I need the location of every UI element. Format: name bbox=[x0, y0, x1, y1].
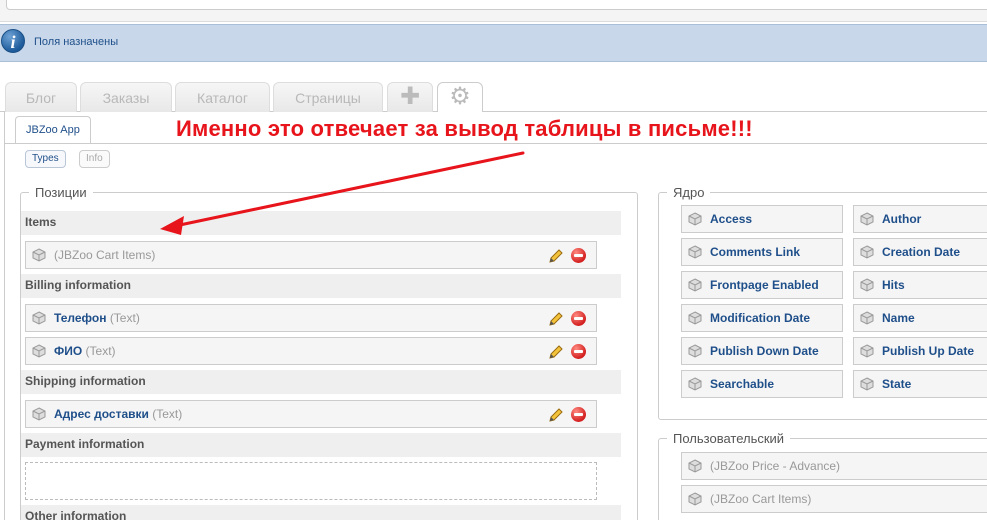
core-hits[interactable]: Hits bbox=[853, 271, 987, 299]
divider bbox=[5, 143, 987, 144]
cube-icon bbox=[32, 344, 46, 358]
custom-title: Пользовательский bbox=[667, 431, 791, 446]
core-box: Ядро Access Author Comments Link Creatio… bbox=[658, 185, 987, 420]
core-label: Creation Date bbox=[882, 245, 961, 259]
message-text: Поля назначены bbox=[34, 36, 119, 48]
gear-icon: ⚙ bbox=[449, 83, 471, 110]
tab-settings[interactable]: ⚙ bbox=[437, 82, 483, 113]
custom-price-advance[interactable]: (JBZoo Price - Advance) bbox=[681, 452, 987, 480]
element-phone[interactable]: Телефон (Text) bbox=[25, 304, 597, 332]
tab-pages[interactable]: Страницы bbox=[273, 82, 383, 112]
section-other: Other information bbox=[21, 505, 621, 520]
section-items: Items bbox=[21, 211, 621, 235]
tab-blog[interactable]: Блог bbox=[5, 82, 77, 112]
element-cart-items[interactable]: (JBZoo Cart Items) bbox=[25, 241, 597, 269]
cube-icon bbox=[688, 278, 702, 292]
core-creation-date[interactable]: Creation Date bbox=[853, 238, 987, 266]
element-name: Телефон bbox=[54, 311, 107, 325]
cube-icon bbox=[860, 212, 874, 226]
tab-catalog[interactable]: Каталог bbox=[175, 82, 270, 112]
section-billing: Billing information bbox=[21, 274, 621, 298]
edit-icon[interactable] bbox=[548, 311, 564, 327]
core-modification-date[interactable]: Modification Date bbox=[681, 304, 843, 332]
core-title: Ядро bbox=[667, 185, 711, 200]
core-label: Modification Date bbox=[710, 311, 811, 325]
core-label: Author bbox=[882, 212, 922, 226]
core-comments-link[interactable]: Comments Link bbox=[681, 238, 843, 266]
core-name[interactable]: Name bbox=[853, 304, 987, 332]
cube-icon bbox=[688, 212, 702, 226]
cube-icon bbox=[860, 344, 874, 358]
core-state[interactable]: State bbox=[853, 370, 987, 398]
core-label: Comments Link bbox=[710, 245, 801, 259]
cube-icon bbox=[688, 311, 702, 325]
core-searchable[interactable]: Searchable bbox=[681, 370, 843, 398]
info-icon: i bbox=[1, 29, 25, 53]
core-publish-up-date[interactable]: Publish Up Date bbox=[853, 337, 987, 365]
positions-box: Позиции Items (JBZoo Cart Items) Billing… bbox=[20, 185, 638, 520]
delete-icon[interactable] bbox=[571, 311, 586, 326]
delete-icon[interactable] bbox=[571, 407, 586, 422]
cube-icon bbox=[32, 407, 46, 421]
cube-icon bbox=[32, 311, 46, 325]
edit-icon[interactable] bbox=[548, 248, 564, 264]
element-name: Адрес доставки bbox=[54, 407, 149, 421]
core-publish-down-date[interactable]: Publish Down Date bbox=[681, 337, 843, 365]
system-message: i Поля назначены bbox=[0, 24, 987, 62]
element-address[interactable]: Адрес доставки (Text) bbox=[25, 400, 597, 428]
core-frontpage-enabled[interactable]: Frontpage Enabled bbox=[681, 271, 843, 299]
cube-icon bbox=[860, 311, 874, 325]
tab-orders[interactable]: Заказы bbox=[80, 82, 172, 112]
core-label: Publish Down Date bbox=[710, 344, 819, 358]
delete-icon[interactable] bbox=[571, 344, 586, 359]
cube-icon bbox=[688, 344, 702, 358]
section-shipping: Shipping information bbox=[21, 370, 621, 394]
cube-icon bbox=[688, 245, 702, 259]
custom-box: Пользовательский (JBZoo Price - Advance)… bbox=[658, 431, 987, 520]
core-author[interactable]: Author bbox=[853, 205, 987, 233]
plus-icon: ✚ bbox=[399, 83, 421, 110]
cube-icon bbox=[860, 377, 874, 391]
cube-icon bbox=[688, 459, 702, 473]
cube-icon bbox=[688, 377, 702, 391]
toolbar-edge bbox=[6, 0, 987, 10]
element-name: (JBZoo Cart Items) bbox=[54, 248, 156, 262]
core-access[interactable]: Access bbox=[681, 205, 843, 233]
element-name: ФИО bbox=[54, 344, 83, 358]
custom-label: (JBZoo Cart Items) bbox=[710, 492, 812, 506]
delete-icon[interactable] bbox=[571, 248, 586, 263]
core-label: Frontpage Enabled bbox=[710, 278, 819, 292]
core-label: State bbox=[882, 377, 912, 391]
edit-icon[interactable] bbox=[548, 344, 564, 360]
section-payment: Payment information bbox=[21, 433, 621, 457]
element-type: (Text) bbox=[109, 311, 140, 325]
custom-label: (JBZoo Price - Advance) bbox=[710, 459, 841, 473]
cube-icon bbox=[860, 245, 874, 259]
main-tabs: Блог Заказы Каталог Страницы ✚ ⚙ bbox=[0, 82, 987, 113]
cube-icon bbox=[860, 278, 874, 292]
info-button[interactable]: Info bbox=[79, 150, 110, 168]
element-fio[interactable]: ФИО (Text) bbox=[25, 337, 597, 365]
annotation-text: Именно это отвечает за вывод таблицы в п… bbox=[176, 116, 753, 141]
cube-icon bbox=[32, 248, 46, 262]
core-label: Access bbox=[710, 212, 753, 226]
edit-icon[interactable] bbox=[548, 407, 564, 423]
payment-drop-zone[interactable] bbox=[25, 462, 597, 500]
positions-title: Позиции bbox=[29, 185, 93, 200]
top-toolbar-strip bbox=[0, 0, 987, 22]
core-label: Searchable bbox=[710, 377, 775, 391]
tab-jbzoo-app[interactable]: JBZoo App bbox=[15, 116, 91, 144]
element-type: (Text) bbox=[85, 344, 116, 358]
tab-add[interactable]: ✚ bbox=[387, 82, 433, 112]
types-button[interactable]: Types bbox=[25, 150, 66, 168]
core-label: Publish Up Date bbox=[882, 344, 975, 358]
cube-icon bbox=[688, 492, 702, 506]
core-label: Name bbox=[882, 311, 915, 325]
core-label: Hits bbox=[882, 278, 905, 292]
custom-cart-items[interactable]: (JBZoo Cart Items) bbox=[681, 485, 987, 513]
element-type: (Text) bbox=[152, 407, 183, 421]
